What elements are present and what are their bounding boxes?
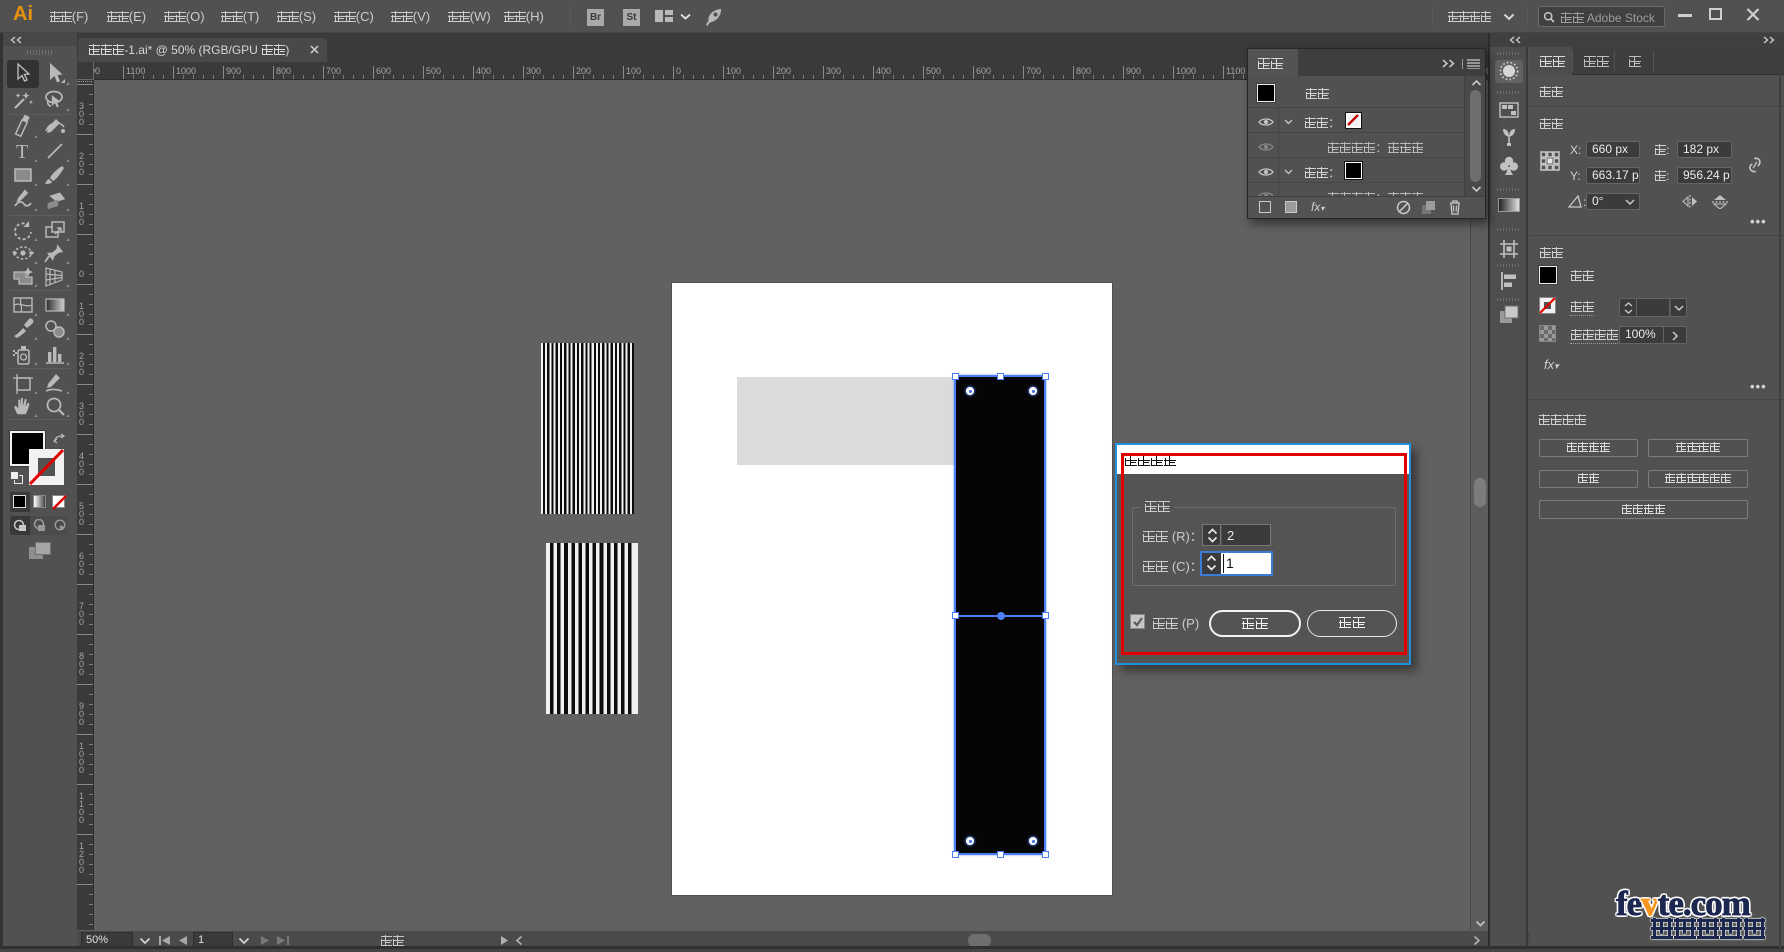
svg-text:T: T	[16, 141, 28, 163]
